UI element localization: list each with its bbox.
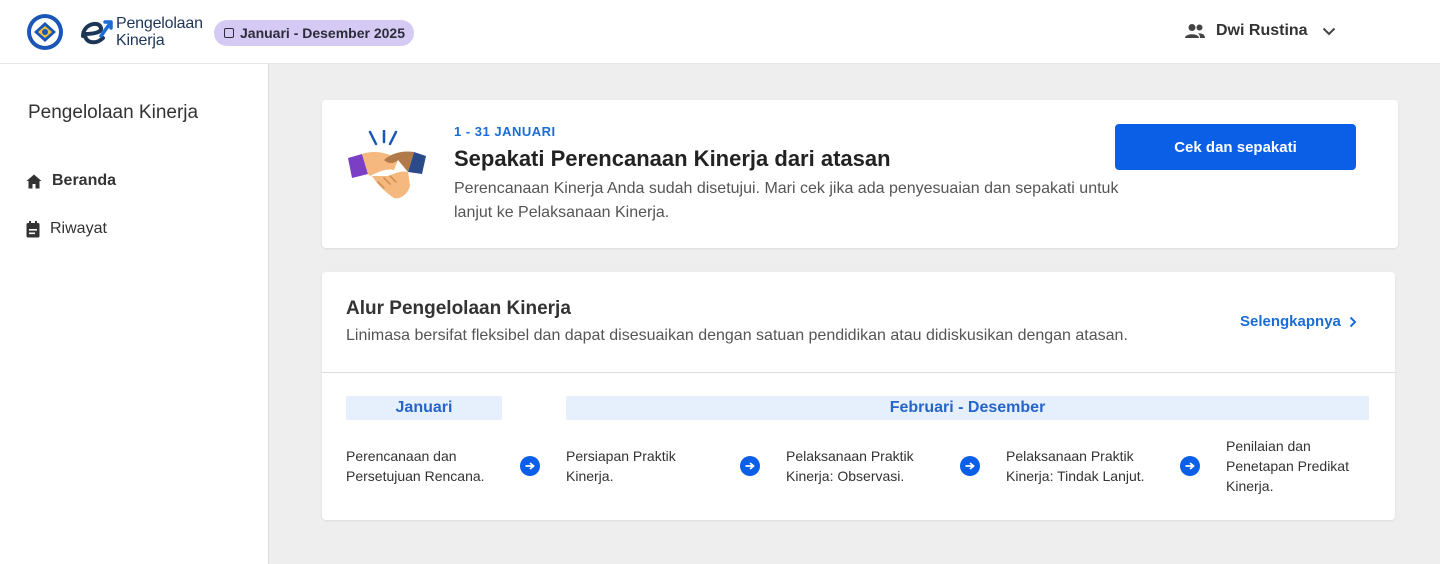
task-date-range: 1 - 31 JANUARI (454, 124, 556, 139)
task-title: Sepakati Perencanaan Kinerja dari atasan (454, 146, 891, 171)
handshake-icon (348, 130, 426, 199)
sidebar-item-beranda[interactable]: Beranda (26, 169, 116, 193)
arrow-right-icon (520, 456, 540, 476)
flow-card: Alur Pengelolaan Kinerja Linimasa bersif… (322, 272, 1395, 520)
see-more-label: Selengkapnya (1240, 313, 1341, 330)
calendar-icon (26, 220, 40, 237)
sidebar-item-label: Beranda (52, 172, 117, 189)
step-5: Penilaian dan Penetapan Predikat Kinerja… (1226, 438, 1349, 494)
phase-februari-desember: Februari - Desember (566, 396, 1369, 420)
chevron-down-icon (1322, 27, 1335, 35)
task-description: Perencanaan Kinerja Anda sudah disetujui… (454, 180, 1119, 221)
logo-text-line1: Pengelolaan (116, 15, 203, 32)
phase-januari: Januari (346, 396, 502, 420)
flow-subtitle: Linimasa bersifat fleksibel dan dapat di… (346, 327, 1128, 344)
home-icon (26, 174, 42, 188)
user-group-icon (1185, 24, 1205, 38)
logo-text-line2: Kinerja (116, 32, 165, 49)
app-logo-text[interactable]: Pengelolaan Kinerja (116, 15, 203, 49)
see-more-link[interactable]: Selengkapnya (1240, 313, 1357, 330)
sidebar: Pengelolaan Kinerja Beranda Riwayat (0, 64, 269, 564)
divider (322, 372, 1395, 373)
sidebar-title: Pengelolaan Kinerja (28, 102, 199, 123)
top-header: Pengelolaan Kinerja Januari - Desember 2… (0, 0, 1440, 64)
period-badge-label: Januari - Desember 2025 (240, 25, 405, 41)
flow-title: Alur Pengelolaan Kinerja (346, 298, 571, 319)
period-badge: Januari - Desember 2025 (214, 20, 414, 46)
step-3: Pelaksanaan Praktik Kinerja: Observasi. (786, 448, 914, 484)
user-menu[interactable]: Dwi Rustina (1184, 18, 1336, 44)
check-and-agree-button[interactable]: Cek dan sepakati (1115, 124, 1356, 170)
chevron-right-icon (1349, 316, 1357, 327)
user-name: Dwi Rustina (1216, 22, 1308, 39)
arrow-right-icon (960, 456, 980, 476)
step-4: Pelaksanaan Praktik Kinerja: Tindak Lanj… (1006, 448, 1145, 484)
step-1: Perencanaan dan Persetujuan Rencana. (346, 448, 485, 484)
step-2: Persiapan Praktik Kinerja. (566, 448, 676, 484)
calendar-small-icon (224, 28, 234, 38)
kemendikbud-logo-icon[interactable] (26, 13, 64, 51)
sidebar-item-label: Riwayat (50, 220, 107, 237)
task-card: 1 - 31 JANUARI Sepakati Perencanaan Kine… (322, 100, 1398, 248)
kinerja-logo-icon[interactable] (77, 14, 117, 48)
arrow-right-icon (1180, 456, 1200, 476)
arrow-right-icon (740, 456, 760, 476)
sidebar-item-riwayat[interactable]: Riwayat (26, 217, 107, 241)
